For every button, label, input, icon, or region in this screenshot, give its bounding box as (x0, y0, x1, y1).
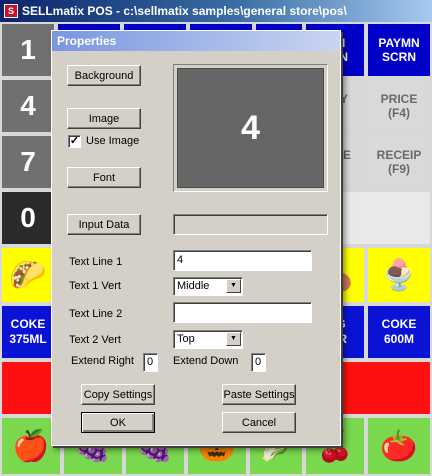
use-image-checkbox[interactable]: ✓ (68, 135, 81, 148)
dessert-icon: 🍨 (380, 258, 418, 292)
preview-text: 4 (177, 68, 324, 188)
pos-key-1[interactable]: 1 (0, 22, 56, 78)
paste-settings-button[interactable]: Paste Settings (222, 384, 296, 405)
pos-key-0[interactable]: 0 (0, 190, 56, 246)
pos-key-line2: 600M (383, 332, 415, 346)
pos-key-line1: COKE (381, 317, 417, 331)
text-line1-field[interactable]: 4 (173, 250, 312, 271)
pos-key-line2: (F9) (388, 162, 410, 176)
copy-settings-button[interactable]: Copy Settings (81, 384, 155, 405)
pos-item-tomato[interactable]: 🍅 (366, 416, 432, 476)
pos-key-line1: PRICE (380, 92, 418, 106)
text-line2-field[interactable] (173, 302, 312, 323)
window-title: SELLmatix POS - c:\sellmatix samples\gen… (22, 4, 347, 18)
pos-key-payment-screen[interactable]: PAYMN SCRN (366, 22, 432, 78)
text2-vert-label: Text 2 Vert (69, 334, 121, 346)
extend-down-field[interactable]: 0 (251, 353, 266, 372)
pos-key-line1: COKE (10, 317, 46, 331)
text-line2-label: Text Line 2 (69, 308, 123, 320)
pos-key-line1: PAYMN (378, 36, 420, 50)
pos-key-7[interactable]: 7 (0, 134, 56, 190)
pos-key-line2: SCRN (381, 50, 416, 64)
text-line1-label: Text Line 1 (69, 256, 123, 268)
cancel-button[interactable]: Cancel (222, 412, 296, 433)
pos-key-line2: 375ML (9, 332, 47, 346)
text2-vert-select[interactable]: Top ▼ (173, 330, 243, 349)
pos-key-label: 1 (20, 34, 36, 65)
text1-vert-select[interactable]: Middle ▼ (173, 277, 243, 296)
extend-right-field[interactable]: 0 (143, 353, 158, 372)
window-titlebar[interactable]: S SELLmatix POS - c:\sellmatix samples\g… (0, 0, 432, 22)
taco-icon: 🌮 (9, 258, 47, 292)
pos-key-4[interactable]: 4 (0, 78, 56, 134)
pos-item-dessert[interactable]: 🍨 (366, 246, 432, 304)
text1-vert-value: Middle (177, 280, 210, 292)
input-data-field[interactable] (173, 214, 328, 235)
pos-item-coke-600[interactable]: COKE 600M (366, 304, 432, 360)
image-button[interactable]: Image (67, 108, 141, 129)
pos-key-label: 0 (20, 202, 36, 233)
pos-key-line1: RECEIP (376, 148, 422, 162)
extend-right-label: Extend Right (71, 355, 134, 367)
chevron-down-icon[interactable]: ▼ (226, 332, 241, 346)
dialog-title[interactable]: Properties (52, 31, 340, 51)
text1-vert-label: Text 1 Vert (69, 280, 121, 292)
font-button[interactable]: Font (67, 167, 141, 188)
pos-key-line2: (F4) (388, 106, 410, 120)
pos-key-receipt[interactable]: RECEIP (F9) (366, 134, 432, 190)
pos-key-price[interactable]: PRICE (F4) (366, 78, 432, 134)
pos-key-label: 4 (20, 90, 36, 121)
pos-item-coke-375[interactable]: COKE 375ML (0, 304, 56, 360)
button-preview: 4 (173, 64, 328, 192)
pos-item-taco[interactable]: 🌮 (0, 246, 56, 304)
apple-icon: 🍎 (12, 429, 50, 463)
text2-vert-value: Top (177, 333, 195, 345)
background-button[interactable]: Background (67, 65, 141, 86)
tomato-icon: 🍅 (380, 429, 418, 463)
ok-button[interactable]: OK (81, 412, 155, 433)
extend-down-label: Extend Down (173, 355, 239, 367)
pos-key-label: 7 (20, 146, 36, 177)
use-image-label: Use Image (86, 135, 140, 147)
input-data-button[interactable]: Input Data (67, 214, 141, 235)
app-icon: S (4, 4, 18, 18)
chevron-down-icon[interactable]: ▼ (226, 279, 241, 293)
properties-dialog: Properties Background Image ✓ Use Image … (51, 30, 341, 446)
